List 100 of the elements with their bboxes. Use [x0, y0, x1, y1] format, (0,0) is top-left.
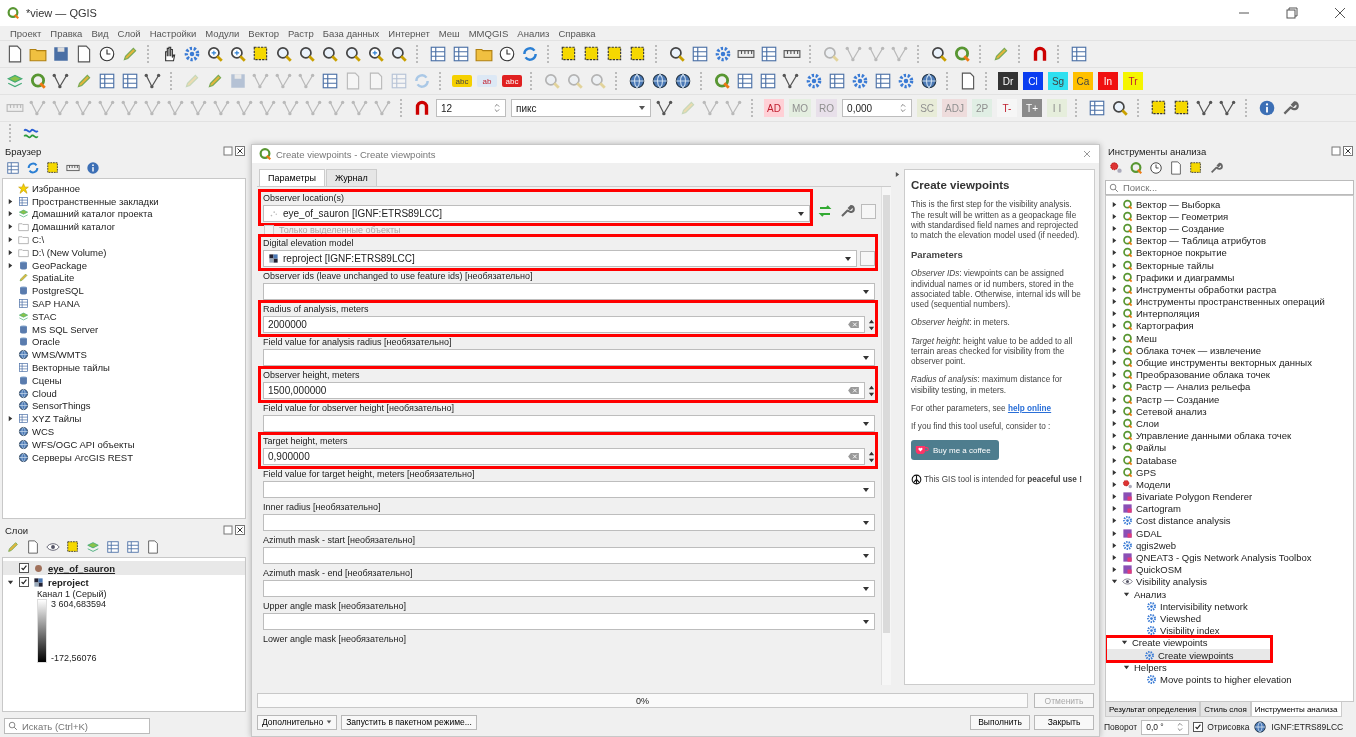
layer-item[interactable]: eye_of_sauron	[3, 561, 245, 575]
menu-item[interactable]: Вид	[91, 27, 109, 39]
info-icon[interactable]	[1258, 99, 1276, 117]
clock-icon[interactable]	[1149, 161, 1163, 175]
vertex-icon[interactable]	[144, 72, 162, 90]
caret-icon[interactable]	[1123, 590, 1130, 598]
caret-icon[interactable]	[1111, 493, 1118, 501]
gear-icon[interactable]	[183, 45, 201, 63]
clear-icon[interactable]	[847, 386, 860, 395]
offset-field[interactable]: 0,000	[842, 99, 913, 117]
caret-icon[interactable]	[1111, 383, 1118, 391]
table-icon[interactable]	[6, 161, 20, 175]
wrench-icon[interactable]	[1281, 99, 1299, 117]
table-icon[interactable]	[1070, 45, 1088, 63]
checkbox[interactable]	[1193, 722, 1204, 732]
menu-item[interactable]: Меш	[438, 27, 460, 39]
menu-item[interactable]: Вектор	[248, 27, 279, 39]
spinner-arrows-icon[interactable]	[868, 383, 875, 398]
browser-item[interactable]: WCS	[3, 425, 245, 438]
checkbox[interactable]	[19, 577, 29, 587]
browser-item[interactable]: Cloud	[3, 386, 245, 400]
toolbox-item[interactable]: Управление данными облака точек	[1108, 429, 1351, 442]
tab[interactable]: Параметры	[259, 169, 325, 186]
caret-icon[interactable]	[1111, 480, 1118, 488]
toolbox-item[interactable]: Растр — Создание	[1108, 393, 1351, 406]
q-logo-icon[interactable]	[713, 72, 731, 90]
tool-button[interactable]: Ca	[1073, 72, 1093, 90]
toolbox-item[interactable]: Move points to higher elevation	[1108, 673, 1351, 686]
q-logo-icon[interactable]	[953, 45, 971, 63]
browser-item[interactable]: SensorThings	[3, 399, 245, 413]
q-logo-icon[interactable]	[29, 72, 47, 90]
menu-item[interactable]: MMQGIS	[468, 27, 509, 39]
table-icon[interactable]	[691, 45, 709, 63]
tab[interactable]: Результат определения	[1105, 702, 1201, 717]
toolbox-item[interactable]: Сетевой анализ	[1108, 405, 1351, 418]
caret-icon[interactable]	[7, 197, 14, 205]
menu-item[interactable]: Правка	[50, 27, 83, 39]
menu-item[interactable]: Слой	[117, 27, 141, 39]
wrench-icon[interactable]	[1209, 161, 1223, 175]
model-icon[interactable]	[1109, 161, 1123, 175]
browser-item[interactable]: Серверы ArcGIS REST	[3, 450, 245, 464]
magnet-icon[interactable]	[413, 99, 431, 117]
caret-icon[interactable]	[1111, 456, 1118, 464]
tool-button[interactable]: AD	[764, 99, 784, 117]
toolbox-item[interactable]: Инструменты обработки растра	[1108, 283, 1351, 296]
caret-icon[interactable]	[1111, 285, 1118, 293]
tool-button[interactable]: Cl	[1023, 72, 1043, 90]
toolbox-item[interactable]: Viewshed	[1108, 612, 1351, 625]
magnifier-icon[interactable]	[668, 45, 686, 63]
table-icon[interactable]	[121, 72, 139, 90]
advanced-button[interactable]: Дополнительно	[257, 714, 338, 730]
caret-icon[interactable]	[7, 261, 14, 269]
caret-icon[interactable]	[1111, 298, 1118, 306]
clear-icon[interactable]	[847, 320, 860, 329]
selection-icon[interactable]	[606, 45, 624, 63]
selection-icon[interactable]	[583, 45, 601, 63]
toolbox-item[interactable]: Преобразование облака точек	[1108, 368, 1351, 381]
close-icon[interactable]	[1343, 146, 1353, 156]
vertex-icon[interactable]	[1219, 99, 1237, 117]
dropdown-field[interactable]: reproject [IGNF:ETRS89LCC]	[263, 250, 857, 267]
toolbox-item[interactable]: qgis2web	[1108, 539, 1351, 552]
table-icon[interactable]	[98, 72, 116, 90]
menu-item[interactable]: Справка	[558, 27, 596, 39]
toolbox-item[interactable]: Анализ	[1108, 588, 1351, 601]
dropdown-field[interactable]	[263, 283, 875, 300]
toolbox-item[interactable]: Векторное покрытие	[1108, 246, 1351, 259]
restore-icon[interactable]	[1284, 5, 1300, 21]
caret-icon[interactable]	[7, 223, 14, 231]
toolbox-item[interactable]: Слои	[1108, 417, 1351, 430]
browser-item[interactable]: Сцены	[3, 373, 245, 387]
browser-item[interactable]: XYZ Тайлы	[3, 412, 245, 426]
toolbox-item[interactable]: Helpers	[1108, 661, 1351, 674]
table-icon[interactable]	[321, 72, 339, 90]
q-logo-icon[interactable]	[1129, 161, 1143, 175]
menu-item[interactable]: Проект	[10, 27, 42, 39]
toolbox-item[interactable]: QNEAT3 - Qgis Network Analysis Toolbox	[1108, 551, 1351, 564]
magnet-icon[interactable]	[1031, 45, 1049, 63]
toolbox-item[interactable]: Visibility analysis	[1108, 575, 1351, 588]
toolbox-item[interactable]: GPS	[1108, 466, 1351, 479]
wrench-icon[interactable]	[839, 203, 855, 219]
toolbox-item[interactable]: QuickOSM	[1108, 563, 1351, 576]
menu-item[interactable]: Модули	[205, 27, 240, 39]
toolbox-item[interactable]: Графики и диаграммы	[1108, 271, 1351, 284]
caret-icon[interactable]	[1111, 407, 1118, 415]
dropdown-field[interactable]	[263, 349, 875, 366]
toolbox-item[interactable]: Облака точек — извлечение	[1108, 344, 1351, 357]
menu-item[interactable]: Анализ	[517, 27, 550, 39]
selection-icon[interactable]	[1150, 99, 1168, 117]
browser-item[interactable]: Пространственные закладки	[3, 194, 245, 208]
toolbox-item[interactable]: Вектор — Геометрия	[1108, 210, 1351, 223]
toolbox-item[interactable]: Общие инструменты векторных данных	[1108, 356, 1351, 369]
caret-icon[interactable]	[1111, 346, 1118, 354]
browser-item[interactable]: MS SQL Server	[3, 322, 245, 336]
clock-icon[interactable]	[498, 45, 516, 63]
magnifier-icon[interactable]	[344, 45, 362, 63]
magnifier-icon[interactable]	[930, 45, 948, 63]
toolbox-item[interactable]: Bivariate Polygon Renderer	[1108, 490, 1351, 503]
checkbox[interactable]	[19, 563, 29, 573]
number-field[interactable]: 2000000	[263, 316, 865, 333]
unit-dropdown[interactable]: пикс	[511, 99, 651, 117]
